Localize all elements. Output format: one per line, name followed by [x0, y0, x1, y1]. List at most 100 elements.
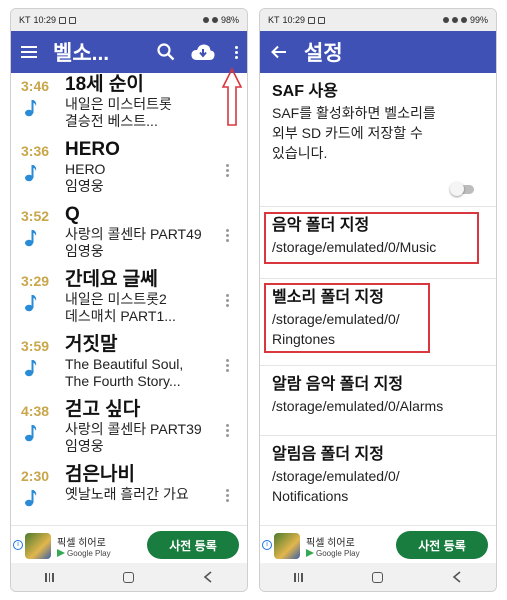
list-item[interactable]: 4:38 걷고 싶다 사랑의 콜센타 PART39 임영웅 — [11, 398, 247, 463]
saf-toggle[interactable] — [450, 182, 474, 196]
ad-banner[interactable]: i 픽셀 히어로 Google Play 사전 등록 — [11, 525, 247, 565]
setting-notification-folder[interactable]: 알림음 폴더 지정 /storage/emulated/0/ Notificat… — [260, 436, 496, 525]
item-menu-icon[interactable] — [226, 229, 229, 242]
ringtone-list: 3:46 18세 순이 내일은 미스터트롯 결승전 베스트... 3:36 HE… — [11, 73, 247, 525]
setting-title: 알람 음악 폴더 지정 — [272, 376, 404, 393]
search-icon[interactable] — [157, 43, 175, 61]
pre-register-button[interactable]: 사전 등록 — [147, 531, 239, 559]
item-menu-icon[interactable] — [226, 164, 229, 177]
list-item[interactable]: 3:46 18세 순이 내일은 미스터트롯 결승전 베스트... — [11, 73, 247, 138]
highlight-box — [264, 283, 430, 353]
list-item[interactable]: 3:52 Q 사랑의 콜센타 PART49 임영웅 — [11, 203, 247, 268]
song-artist: 데스매치 PART1... — [65, 308, 176, 324]
clock: 10:29 — [282, 15, 306, 25]
setting-description: SAF를 활성화하면 벨소리를 — [272, 105, 436, 121]
song-title: HERO — [65, 139, 120, 160]
ad-store-label: Google Play — [57, 549, 111, 558]
battery-level: 99% — [469, 15, 488, 25]
list-item[interactable]: 3:29 간데요 글쎄 내일은 미스트롯2 데스매치 PART1... — [11, 268, 247, 333]
status-bar: KT 10:29 99% — [260, 9, 496, 31]
item-menu-icon[interactable] — [226, 294, 229, 307]
recent-apps-icon[interactable] — [294, 572, 303, 582]
ringtone-list-screen: KT 10:29 98% 벨소... 3:46 18세 순이 내일은 미스터트롯… — [10, 8, 248, 592]
status-bar: KT 10:29 98% — [11, 9, 247, 31]
song-album: 사랑의 콜센타 PART49 — [65, 226, 202, 242]
setting-saf[interactable]: SAF 사용 SAF를 활성화하면 벨소리를 외부 SD 카드에 저장할 수 있… — [260, 73, 496, 207]
location-icon — [442, 17, 449, 23]
wifi-icon — [202, 17, 209, 23]
home-icon[interactable] — [371, 571, 383, 583]
notification-icon — [308, 16, 316, 24]
song-duration: 3:29 — [21, 273, 50, 289]
music-note-icon — [25, 490, 37, 507]
song-title: 걷고 싶다 — [65, 399, 141, 420]
overflow-menu-icon[interactable] — [231, 45, 241, 59]
item-menu-icon[interactable] — [226, 424, 229, 437]
song-artist: 임영웅 — [65, 243, 104, 259]
list-item[interactable]: 3:36 HERO HERO 임영웅 — [11, 138, 247, 203]
music-note-icon — [25, 230, 37, 247]
battery-level: 98% — [220, 15, 239, 25]
screen-title: 설정 — [304, 42, 343, 65]
list-item[interactable]: 2:30 검은나비 옛날노래 흘러간 가요 — [11, 463, 247, 525]
list-item[interactable]: 3:59 거짓말 The Beautiful Soul, The Fourth … — [11, 333, 247, 398]
ad-store-name: Google Play — [67, 548, 111, 558]
setting-ringtone-folder[interactable]: 벨소리 폴더 지정 /storage/emulated/0/ Ringtones — [260, 279, 496, 366]
song-duration: 3:36 — [21, 143, 50, 159]
ad-store-name: Google Play — [316, 548, 360, 558]
item-menu-icon[interactable] — [226, 489, 229, 502]
song-album: 옛날노래 흘러간 가요 — [65, 486, 189, 502]
pre-register-button[interactable]: 사전 등록 — [396, 531, 488, 559]
back-arrow-icon[interactable] — [270, 43, 288, 61]
cloud-download-icon[interactable] — [191, 43, 215, 61]
song-title: 간데요 글쎄 — [65, 269, 158, 290]
system-nav-bar — [260, 563, 496, 591]
song-duration: 3:59 — [21, 338, 50, 354]
back-nav-icon[interactable] — [452, 571, 462, 583]
ad-app-thumbnail — [274, 532, 300, 559]
menu-icon[interactable] — [21, 46, 37, 58]
ad-info-icon[interactable]: i — [262, 540, 272, 550]
song-artist: 결승전 베스트... — [65, 113, 158, 129]
setting-path: /storage/emulated/0/Alarms — [272, 398, 444, 414]
signal-icon — [211, 17, 218, 23]
music-note-icon — [25, 165, 37, 182]
setting-path: /storage/emulated/0/ — [272, 468, 400, 484]
setting-alarm-folder[interactable]: 알람 음악 폴더 지정 /storage/emulated/0/Alarms — [260, 366, 496, 436]
song-artist: The Fourth Story... — [65, 373, 181, 389]
setting-title: 알림음 폴더 지정 — [272, 446, 384, 463]
setting-path: Notifications — [272, 488, 349, 504]
wifi-icon — [451, 17, 458, 23]
song-title: 18세 순이 — [65, 74, 144, 95]
song-artist: 임영웅 — [65, 178, 104, 194]
recent-apps-icon[interactable] — [45, 572, 54, 582]
system-nav-bar — [11, 563, 247, 591]
message-icon — [69, 16, 77, 24]
song-duration: 3:52 — [21, 208, 50, 224]
setting-music-folder[interactable]: 음악 폴더 지정 /storage/emulated/0/Music — [260, 207, 496, 279]
song-album: 사랑의 콜센타 PART39 — [65, 421, 202, 437]
setting-description: 외부 SD 카드에 저장할 수 — [272, 125, 423, 141]
ad-app-thumbnail — [25, 532, 51, 559]
home-icon[interactable] — [122, 571, 134, 583]
song-title: Q — [65, 204, 80, 225]
back-nav-icon[interactable] — [203, 571, 213, 583]
clock: 10:29 — [33, 15, 57, 25]
music-note-icon — [25, 100, 37, 117]
song-duration: 4:38 — [21, 403, 50, 419]
carrier-label: KT — [19, 15, 31, 25]
song-title: 검은나비 — [65, 464, 135, 485]
highlight-box — [264, 212, 479, 264]
ad-banner[interactable]: i 픽셀 히어로 Google Play 사전 등록 — [260, 525, 496, 565]
google-play-icon — [57, 549, 65, 557]
ad-info-icon[interactable]: i — [13, 540, 23, 550]
settings-list: SAF 사용 SAF를 활성화하면 벨소리를 외부 SD 카드에 저장할 수 있… — [260, 73, 496, 525]
song-album: 내일은 미스터트롯 — [65, 96, 172, 112]
notification-icon — [59, 16, 67, 24]
setting-description: 있습니다. — [272, 145, 328, 161]
song-album: The Beautiful Soul, — [65, 356, 184, 372]
music-note-icon — [25, 295, 37, 312]
item-menu-icon[interactable] — [226, 359, 229, 372]
google-play-icon — [306, 549, 314, 557]
setting-title: SAF 사용 — [272, 83, 338, 100]
